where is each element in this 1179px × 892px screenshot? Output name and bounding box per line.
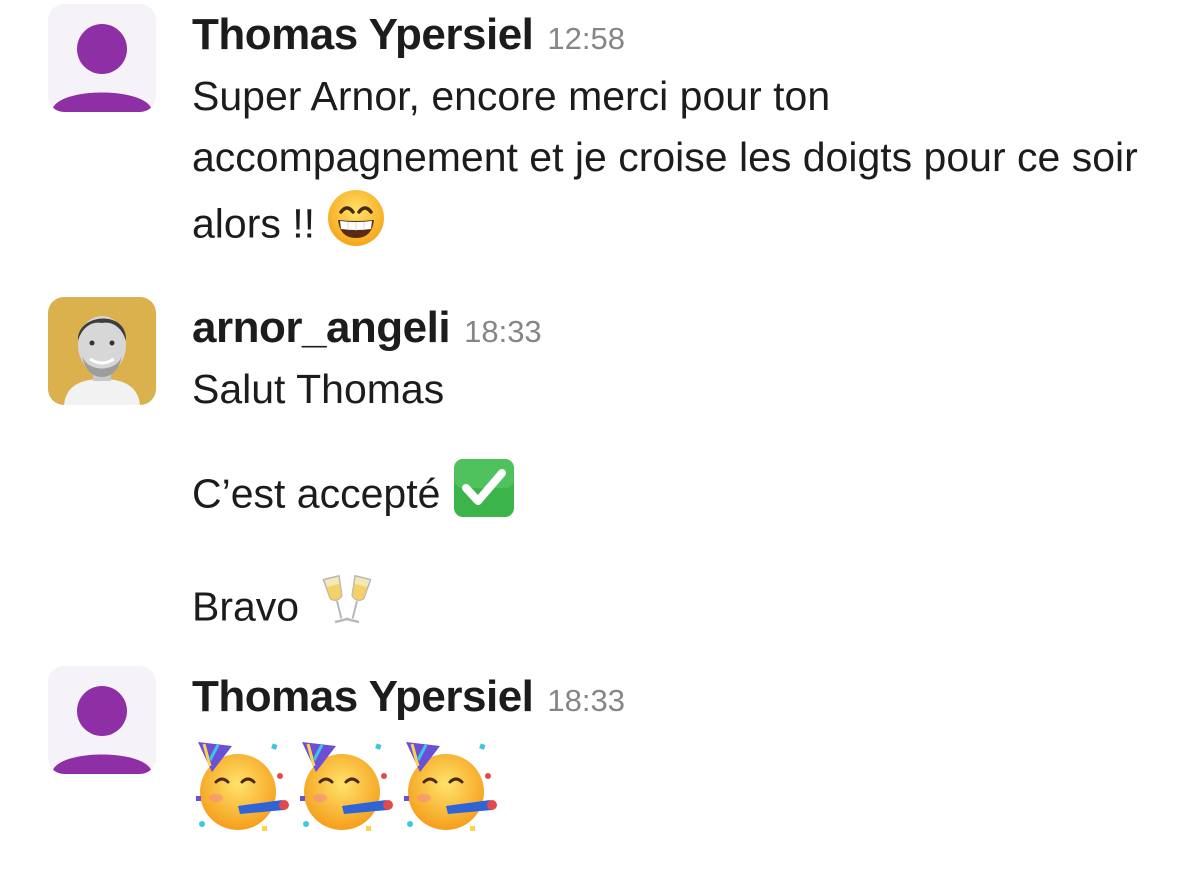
user-avatar[interactable] (48, 297, 156, 405)
user-avatar[interactable] (48, 666, 156, 774)
generic-user-icon (52, 686, 152, 774)
message-paragraph-text: Bravo (192, 583, 300, 630)
partying-face-icon (192, 736, 292, 841)
clinking-glasses-icon (319, 573, 375, 646)
user-photo-icon (64, 316, 140, 405)
message-paragraph-text: C’est accepté (192, 470, 441, 517)
message-author[interactable]: Thomas Ypersiel (192, 672, 534, 722)
partying-face-icon (400, 736, 500, 841)
message-text: Super Arnor, encore merci pour ton accom… (192, 66, 1159, 265)
message-author[interactable]: Thomas Ypersiel (192, 10, 534, 60)
message-paragraph: C’est accepté (192, 457, 1159, 536)
message-author[interactable]: arnor_angeli (192, 303, 451, 353)
message-timestamp[interactable]: 12:58 (547, 21, 625, 57)
partying-face-icon (296, 736, 396, 841)
message-emoji-row (192, 736, 1159, 841)
check-mark-button-icon (452, 457, 516, 536)
grinning-face-icon (326, 188, 386, 265)
message-paragraph: Bravo (192, 573, 1159, 646)
user-avatar[interactable] (48, 4, 156, 112)
message-paragraph: Salut Thomas (192, 366, 445, 412)
message-timestamp[interactable]: 18:33 (464, 314, 542, 350)
message-timestamp[interactable]: 18:33 (547, 683, 625, 719)
generic-user-icon (52, 24, 152, 112)
